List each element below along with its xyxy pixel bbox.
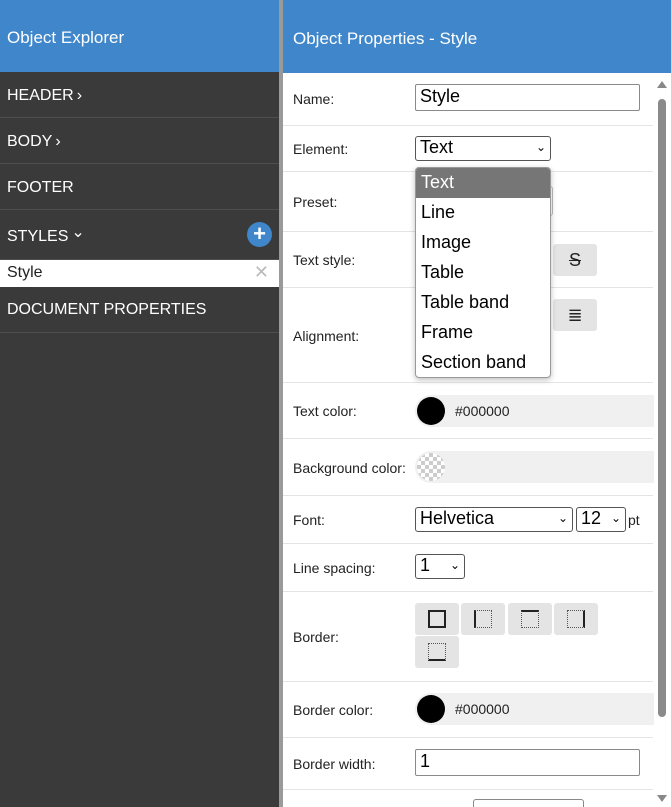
background-color-picker[interactable] bbox=[415, 451, 655, 483]
border-label: Border: bbox=[293, 629, 339, 645]
prop-row-text-color: Text color: #000000 bbox=[283, 383, 655, 439]
border-color-label: Border color: bbox=[293, 702, 374, 718]
border-color-swatch bbox=[417, 695, 445, 723]
chevron-right-icon: › bbox=[76, 87, 83, 104]
dropdown-option-section-band[interactable]: Section band bbox=[416, 348, 550, 377]
border-all-button[interactable] bbox=[415, 603, 459, 635]
nav-body-label: BODY bbox=[7, 133, 53, 150]
nav-document-properties[interactable]: DOCUMENT PROPERTIES bbox=[0, 287, 279, 333]
prop-row-border-width: Border width: 1 bbox=[283, 738, 653, 790]
line-spacing-select[interactable]: 1 ⌄ bbox=[415, 554, 465, 579]
dropdown-option-line[interactable]: Line bbox=[416, 198, 550, 228]
border-all-icon bbox=[428, 610, 446, 628]
chevron-down-icon: ⌄ bbox=[449, 558, 460, 572]
line-spacing-value: 1 bbox=[420, 555, 431, 575]
text-color-label: Text color: bbox=[293, 403, 357, 419]
scrollbar-thumb[interactable] bbox=[658, 99, 666, 717]
border-color-value: #000000 bbox=[455, 701, 510, 717]
prop-row-background-color: Background color: bbox=[283, 439, 655, 496]
object-properties-panel: Object Properties - Style Name: Style El… bbox=[283, 0, 671, 807]
prop-row-font: Font: Helvetica ⌄ 12 ⌄ pt bbox=[283, 496, 653, 544]
nav-document-properties-label: DOCUMENT PROPERTIES bbox=[7, 301, 207, 318]
text-color-swatch bbox=[417, 397, 445, 425]
remove-style-icon[interactable]: ✕ bbox=[254, 262, 269, 283]
nav-styles[interactable]: STYLES ⌄ + bbox=[0, 210, 279, 260]
dropdown-option-text[interactable]: Text bbox=[416, 168, 550, 198]
scroll-down-arrow-icon[interactable] bbox=[657, 795, 667, 802]
dropdown-option-table[interactable]: Table bbox=[416, 258, 550, 288]
border-top-icon bbox=[521, 610, 539, 628]
border-top-button[interactable] bbox=[508, 603, 552, 635]
border-width-label: Border width: bbox=[293, 756, 376, 772]
name-label: Name: bbox=[293, 91, 335, 107]
border-bottom-button[interactable] bbox=[415, 636, 459, 668]
name-input[interactable]: Style bbox=[415, 84, 640, 111]
border-left-icon bbox=[474, 610, 492, 628]
dropdown-option-frame[interactable]: Frame bbox=[416, 318, 550, 348]
object-properties-title: Object Properties - Style bbox=[283, 0, 671, 73]
background-color-label: Background color: bbox=[293, 460, 406, 476]
align-justify-button[interactable]: ≣ bbox=[553, 299, 597, 331]
strikethrough-button[interactable]: S bbox=[553, 244, 597, 276]
element-select-value: Text bbox=[420, 137, 454, 157]
nav-footer[interactable]: FOOTER bbox=[0, 164, 279, 210]
alignment-label: Alignment: bbox=[293, 328, 360, 344]
strikethrough-icon: S bbox=[568, 250, 581, 270]
font-unit-label: pt bbox=[628, 512, 640, 528]
nav-header-label: HEADER bbox=[7, 87, 74, 104]
nav-styles-label: STYLES bbox=[7, 228, 69, 245]
dropdown-option-table-band[interactable]: Table band bbox=[416, 288, 550, 318]
text-style-label: Text style: bbox=[293, 252, 356, 268]
chevron-down-icon: ⌄ bbox=[557, 511, 568, 525]
chevron-down-icon: ⌄ bbox=[610, 511, 621, 525]
border-width-input[interactable]: 1 bbox=[415, 749, 640, 776]
object-explorer-title: Object Explorer bbox=[0, 0, 279, 72]
line-spacing-label: Line spacing: bbox=[293, 560, 376, 576]
vertical-scrollbar[interactable] bbox=[654, 73, 671, 807]
element-select[interactable]: Text ⌄ bbox=[415, 136, 551, 161]
object-explorer-panel: Object Explorer HEADER › BODY › FOOTER STY… bbox=[0, 0, 279, 807]
nav-footer-label: FOOTER bbox=[7, 179, 74, 196]
align-justify-icon: ≣ bbox=[567, 305, 583, 325]
chevron-right-icon: › bbox=[55, 133, 61, 150]
dropdown-option-image[interactable]: Image bbox=[416, 228, 550, 258]
scroll-up-arrow-icon[interactable] bbox=[657, 81, 667, 88]
nav-header[interactable]: HEADER › bbox=[0, 72, 279, 118]
border-right-button[interactable] bbox=[554, 603, 598, 635]
border-left-button[interactable] bbox=[461, 603, 505, 635]
transparent-swatch-icon bbox=[417, 453, 445, 481]
style-list-item[interactable]: Style ✕ bbox=[0, 260, 279, 287]
prop-row-border-color: Border color: #000000 bbox=[283, 682, 655, 738]
element-label: Element: bbox=[293, 141, 349, 157]
chevron-down-icon: ⌄ bbox=[535, 140, 546, 154]
element-dropdown-list[interactable]: Text Line Image Table Table band Frame S… bbox=[415, 167, 551, 378]
border-right-icon bbox=[567, 610, 585, 628]
preset-label: Preset: bbox=[293, 194, 338, 210]
prop-row-element: Element: Text ⌄ bbox=[283, 126, 653, 172]
style-item-label: Style bbox=[7, 264, 43, 281]
next-row-input[interactable] bbox=[473, 799, 584, 807]
text-color-picker[interactable]: #000000 bbox=[415, 395, 655, 427]
prop-row-name: Name: Style bbox=[283, 73, 653, 126]
border-bottom-icon bbox=[428, 643, 446, 661]
font-size-value: 12 bbox=[581, 508, 602, 528]
font-select[interactable]: Helvetica ⌄ bbox=[415, 507, 573, 532]
font-label: Font: bbox=[293, 512, 325, 528]
prop-row-border: Border: bbox=[283, 592, 653, 682]
text-color-value: #000000 bbox=[455, 403, 510, 419]
font-select-value: Helvetica bbox=[420, 508, 495, 528]
add-style-button[interactable]: + bbox=[247, 222, 272, 247]
border-color-picker[interactable]: #000000 bbox=[415, 693, 655, 725]
prop-row-line-spacing: Line spacing: 1 ⌄ bbox=[283, 544, 653, 592]
nav-body[interactable]: BODY › bbox=[0, 118, 279, 164]
chevron-down-icon: ⌄ bbox=[71, 224, 85, 241]
font-size-select[interactable]: 12 ⌄ bbox=[576, 507, 626, 532]
